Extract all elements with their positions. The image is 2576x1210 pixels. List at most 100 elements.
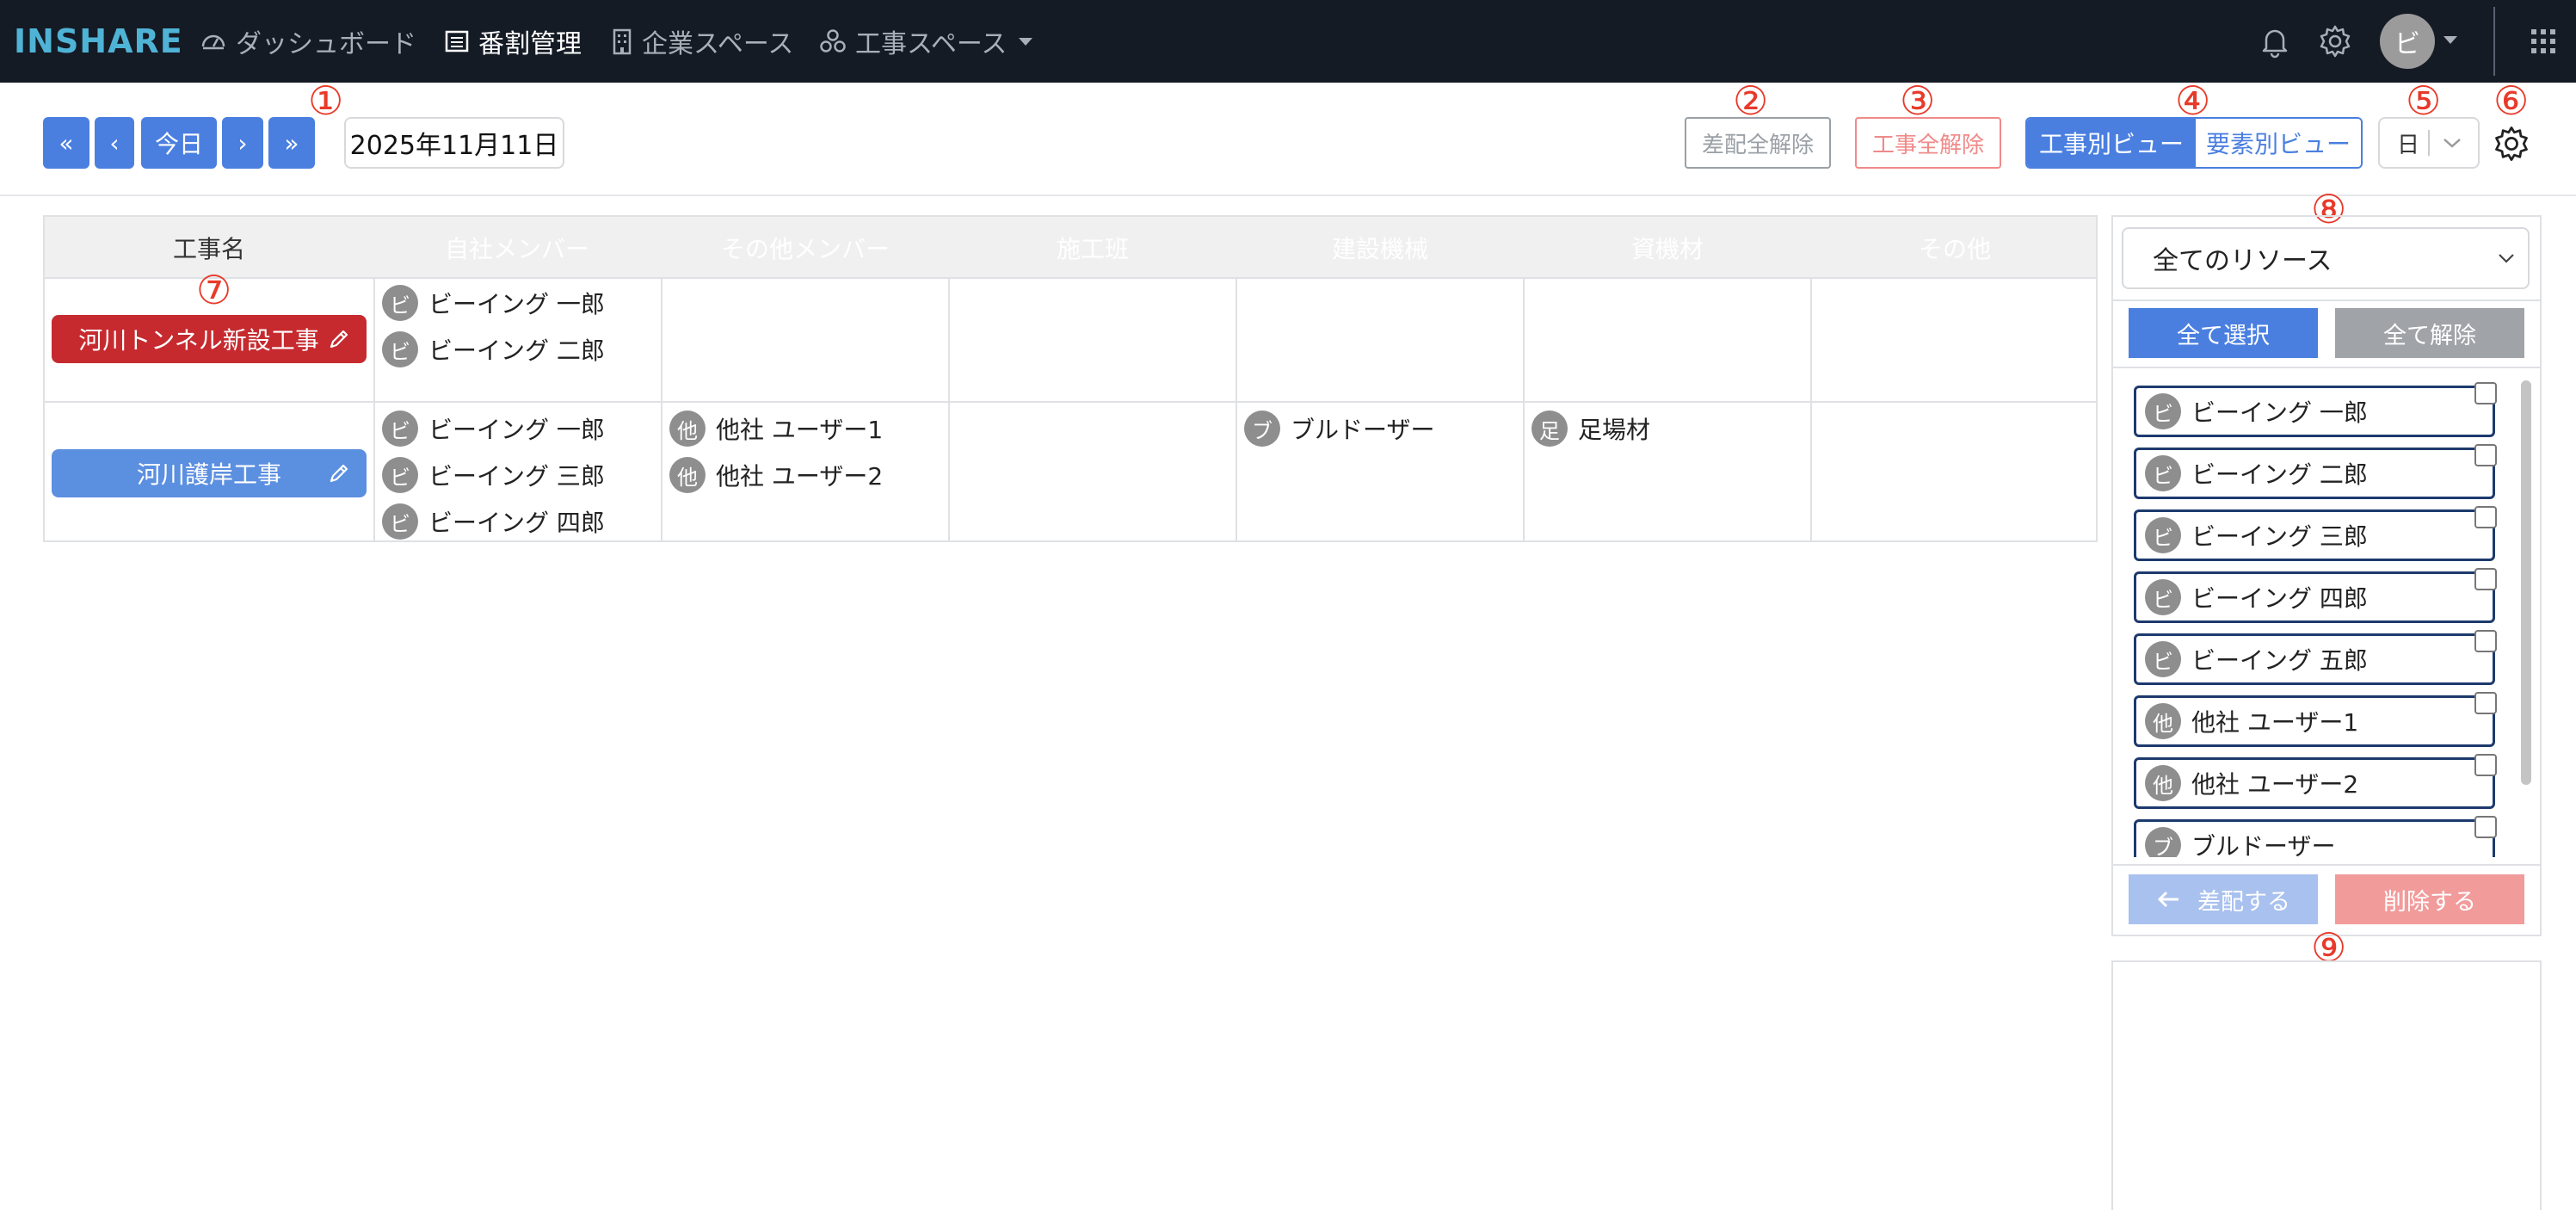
assigned-resource[interactable]: 他 他社 ユーザー2 [669, 456, 883, 494]
resource-name: 他社 ユーザー1 [2191, 708, 2359, 737]
resource-name: ビーイング 三郎 [2191, 522, 2368, 551]
header-construction-team: 施工班 [955, 224, 1230, 272]
header-other-members-label: その他メンバー [720, 235, 890, 263]
resource-badge: ビ [2145, 517, 2181, 553]
chevron-down-icon [2499, 254, 2514, 263]
building-icon [613, 28, 632, 55]
assigned-resource[interactable]: 足 足場材 [1531, 410, 1650, 448]
clear-all-projects-button[interactable]: 工事全解除 [1855, 117, 2001, 169]
assign-button[interactable]: 差配する [2129, 874, 2318, 924]
edit-pencil-icon[interactable] [327, 461, 351, 485]
resource-badge: 他 [669, 457, 706, 493]
resource-checkbox[interactable] [2474, 816, 2497, 838]
user-avatar[interactable]: ビ [2380, 14, 2435, 69]
resource-list-item[interactable]: ビ ビーイング 五郎 [2134, 633, 2495, 685]
avatar-chevron-down-icon[interactable] [2444, 36, 2457, 44]
assigned-resource[interactable]: ビ ビーイング 四郎 [382, 503, 605, 540]
view-by-element-tab[interactable]: 要素別ビュー [2196, 119, 2361, 167]
first-page-button[interactable]: « [43, 117, 89, 169]
resource-badge: ビ [382, 457, 418, 493]
resource-name: ビーイング 五郎 [2191, 646, 2368, 675]
col-divider [373, 279, 375, 540]
list-clip: ブ ブルドーザー [2113, 811, 2516, 857]
resource-name: 他社 ユーザー2 [2191, 770, 2359, 799]
resource-list-item[interactable]: ビ ビーイング 二郎 [2134, 448, 2495, 499]
resource-list-item[interactable]: ブ ブルドーザー [2134, 819, 2495, 857]
header-materials-label: 資機材 [1630, 235, 1704, 263]
header-machinery: 建設機械 [1242, 224, 1518, 272]
resource-name: ブルドーザー [1291, 416, 1435, 444]
resource-badge: ビ [382, 503, 418, 540]
prev-day-button[interactable]: ‹ [95, 117, 134, 169]
marker-2: ② [1733, 77, 1769, 124]
select-all-button[interactable]: 全て選択 [2129, 308, 2318, 358]
resource-list-item[interactable]: 他 他社 ユーザー2 [2134, 757, 2495, 809]
project-name: 河川護岸工事 [136, 460, 281, 489]
nav-dashboard-label: ダッシュボード [236, 29, 416, 59]
project-button-revetment[interactable]: 河川護岸工事 [52, 449, 367, 497]
row-divider [45, 401, 2096, 403]
deselect-all-button[interactable]: 全て解除 [2335, 308, 2524, 358]
resource-panel: 全てのリソース 全て選択 全て解除 ビ ビーイング 一郎 ビ ビーイング 二郎 … [2111, 215, 2542, 936]
assigned-resource[interactable]: ビ ビーイング 一郎 [382, 284, 605, 322]
edit-pencil-icon[interactable] [327, 327, 351, 351]
assigned-resource[interactable]: 他 他社 ユーザー1 [669, 410, 883, 448]
select-separator [2428, 130, 2431, 156]
resource-name: ビーイング 三郎 [428, 462, 605, 491]
resource-name: 他社 ユーザー2 [716, 462, 884, 491]
app-grid-icon[interactable] [2523, 21, 2564, 62]
last-page-button[interactable]: » [268, 117, 315, 169]
header-machinery-label: 建設機械 [1331, 235, 1428, 263]
nav-dashboard[interactable]: ダッシュボード [200, 21, 416, 62]
marker-1: ① [308, 77, 344, 124]
list-icon [445, 30, 469, 52]
col-divider [1523, 279, 1525, 540]
resource-list-item[interactable]: ビ ビーイング 三郎 [2134, 509, 2495, 561]
period-unit-select[interactable]: 日 [2378, 117, 2480, 169]
resource-checkbox[interactable] [2474, 754, 2497, 776]
toolbar-divider [0, 194, 2576, 196]
resource-checkbox[interactable] [2474, 692, 2497, 714]
nav-shift-management-label: 番割管理 [478, 29, 582, 59]
view-settings-gear-icon[interactable] [2492, 124, 2531, 164]
view-by-project-tab[interactable]: 工事別ビュー [2027, 119, 2196, 167]
arrow-left-icon [2157, 891, 2179, 908]
resource-badge: ビ [382, 285, 418, 321]
settings-gear-icon[interactable] [2314, 21, 2356, 62]
resource-filter-select[interactable]: 全てのリソース [2122, 227, 2530, 289]
bell-icon[interactable] [2254, 21, 2296, 62]
resource-checkbox[interactable] [2474, 630, 2497, 652]
clear-all-assignments-button[interactable]: 差配全解除 [1685, 117, 1831, 169]
assigned-resource[interactable]: ブ ブルドーザー [1244, 410, 1434, 448]
assigned-resource[interactable]: ビ ビーイング 二郎 [382, 330, 605, 368]
resource-list-item[interactable]: ビ ビーイング 四郎 [2134, 571, 2495, 623]
resource-name: ビーイング 二郎 [428, 336, 605, 365]
resource-badge: 足 [1531, 411, 1568, 447]
resource-list-item[interactable]: ビ ビーイング 一郎 [2134, 386, 2495, 437]
inshare-logo[interactable]: INSHARE [14, 22, 183, 60]
resource-list-item[interactable]: 他 他社 ユーザー1 [2134, 695, 2495, 747]
nav-project-space[interactable]: 工事スペース [819, 21, 1033, 62]
resource-checkbox[interactable] [2474, 506, 2497, 528]
nav-company-space[interactable]: 企業スペース [611, 21, 793, 62]
nav-shift-management[interactable]: 番割管理 [444, 21, 582, 62]
today-button[interactable]: 今日 [141, 117, 217, 169]
network-icon [820, 29, 846, 52]
list-scrollbar[interactable] [2521, 380, 2531, 785]
date-picker-input[interactable]: 2025年11月11日 [344, 117, 564, 169]
resource-checkbox[interactable] [2474, 444, 2497, 466]
project-button-tunnel[interactable]: 河川トンネル新設工事 [52, 315, 367, 363]
nav-project-space-label: 工事スペース [855, 29, 1008, 59]
marker-4: ④ [2175, 77, 2211, 124]
navbar-divider [2493, 7, 2495, 76]
assigned-resource[interactable]: ビ ビーイング 一郎 [382, 410, 605, 448]
assigned-resource[interactable]: ビ ビーイング 三郎 [382, 456, 605, 494]
resource-checkbox[interactable] [2474, 382, 2497, 404]
marker-6: ⑥ [2493, 77, 2530, 124]
project-name: 河川トンネル新設工事 [78, 326, 319, 355]
resource-badge: ビ [2145, 641, 2181, 677]
next-day-button[interactable]: › [222, 117, 263, 169]
top-navbar: INSHARE ダッシュボード 番割管理 企業スペース 工事スペース ビ [0, 0, 2576, 83]
resource-checkbox[interactable] [2474, 568, 2497, 590]
delete-button[interactable]: 削除する [2335, 874, 2524, 924]
